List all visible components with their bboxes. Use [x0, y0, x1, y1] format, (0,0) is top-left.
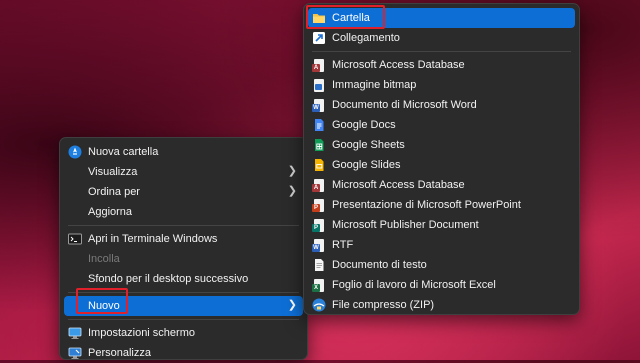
- submenu-item-label: Microsoft Access Database: [332, 59, 465, 71]
- menu-separator: [68, 319, 299, 320]
- google-docs-icon: [312, 118, 326, 132]
- submenu-item-google-docs[interactable]: Google Docs: [308, 115, 575, 135]
- submenu-item-cartella[interactable]: Cartella: [308, 8, 575, 28]
- menu-item-terminale[interactable]: Apri in Terminale Windows: [64, 229, 303, 249]
- submenu-item-excel[interactable]: X Foglio di lavoro di Microsoft Excel: [308, 275, 575, 295]
- submenu-item-label: Documento di testo: [332, 259, 427, 271]
- submenu-item-label: Google Slides: [332, 159, 401, 171]
- submenu-item-label: RTF: [332, 239, 354, 251]
- submenu-item-label: Immagine bitmap: [332, 79, 417, 91]
- chevron-right-icon: ❯: [287, 185, 297, 197]
- submenu-item-label: Microsoft Publisher Document: [332, 219, 479, 231]
- chevron-right-icon: ❯: [287, 165, 297, 177]
- submenu-item-label: Presentazione di Microsoft PowerPoint: [332, 199, 521, 211]
- text-document-icon: [312, 258, 326, 272]
- menu-item-incolla[interactable]: Incolla: [64, 249, 303, 269]
- menu-item-label: Ordina per: [88, 186, 140, 198]
- access-icon: A: [312, 178, 326, 192]
- submenu-item-label: Foglio di lavoro di Microsoft Excel: [332, 279, 496, 291]
- menu-item-nuova-cartella[interactable]: Nuova cartella: [64, 142, 303, 162]
- desktop-context-menu: Nuova cartella Visualizza ❯ Ordina per ❯…: [59, 137, 308, 360]
- powerpoint-icon: P: [312, 198, 326, 212]
- submenu-item-publisher[interactable]: P Microsoft Publisher Document: [308, 215, 575, 235]
- menu-separator: [312, 51, 571, 52]
- menu-item-label: Incolla: [88, 253, 120, 265]
- bitmap-icon: [312, 78, 326, 92]
- menu-item-label: Sfondo per il desktop successivo: [88, 273, 249, 285]
- new-folder-icon: [68, 145, 82, 159]
- menu-item-aggiorna[interactable]: Aggiorna: [64, 202, 303, 222]
- word-icon: W: [312, 98, 326, 112]
- submenu-item-word[interactable]: W Documento di Microsoft Word: [308, 95, 575, 115]
- excel-icon: X: [312, 278, 326, 292]
- display-settings-icon: [68, 326, 82, 340]
- menu-item-label: Nuova cartella: [88, 146, 159, 158]
- shortcut-icon: [312, 31, 326, 45]
- submenu-item-access-1[interactable]: A Microsoft Access Database: [308, 55, 575, 75]
- menu-separator: [68, 225, 299, 226]
- submenu-item-bitmap[interactable]: Immagine bitmap: [308, 75, 575, 95]
- google-slides-icon: [312, 158, 326, 172]
- submenu-item-label: File compresso (ZIP): [332, 299, 435, 311]
- menu-item-ordina-per[interactable]: Ordina per ❯: [64, 182, 303, 202]
- submenu-item-zip[interactable]: File compresso (ZIP): [308, 295, 575, 315]
- access-icon: A: [312, 58, 326, 72]
- submenu-item-access-2[interactable]: A Microsoft Access Database: [308, 175, 575, 195]
- personalize-icon: [68, 346, 82, 360]
- submenu-item-label: Collegamento: [332, 32, 400, 44]
- new-submenu: Cartella Collegamento A Microsoft Access…: [303, 3, 580, 315]
- google-sheets-icon: [312, 138, 326, 152]
- menu-item-label: Personalizza: [88, 347, 151, 359]
- chevron-right-icon: ❯: [287, 299, 297, 311]
- submenu-item-label: Microsoft Access Database: [332, 179, 465, 191]
- submenu-item-collegamento[interactable]: Collegamento: [308, 28, 575, 48]
- menu-item-personalizza[interactable]: Personalizza: [64, 343, 303, 363]
- menu-item-impostazioni-schermo[interactable]: Impostazioni schermo: [64, 323, 303, 343]
- menu-item-visualizza[interactable]: Visualizza ❯: [64, 162, 303, 182]
- submenu-item-label: Cartella: [332, 12, 370, 24]
- menu-item-label: Aggiorna: [88, 206, 133, 218]
- menu-item-nuovo[interactable]: Nuovo ❯: [64, 296, 303, 316]
- rtf-icon: W: [312, 238, 326, 252]
- folder-icon: [312, 11, 326, 25]
- terminal-icon: [68, 232, 82, 246]
- submenu-item-rtf[interactable]: W RTF: [308, 235, 575, 255]
- menu-item-label: Visualizza: [88, 166, 138, 178]
- submenu-item-google-sheets[interactable]: Google Sheets: [308, 135, 575, 155]
- submenu-item-google-slides[interactable]: Google Slides: [308, 155, 575, 175]
- menu-item-sfondo-successivo[interactable]: Sfondo per il desktop successivo: [64, 269, 303, 289]
- menu-item-label: Impostazioni schermo: [88, 327, 195, 339]
- zip-icon: [312, 298, 326, 312]
- menu-item-label: Apri in Terminale Windows: [88, 233, 218, 245]
- submenu-item-label: Google Sheets: [332, 139, 405, 151]
- submenu-item-label: Documento di Microsoft Word: [332, 99, 477, 111]
- submenu-item-documento-testo[interactable]: Documento di testo: [308, 255, 575, 275]
- menu-separator: [68, 292, 299, 293]
- publisher-icon: P: [312, 218, 326, 232]
- submenu-item-label: Google Docs: [332, 119, 396, 131]
- menu-item-label: Nuovo: [88, 300, 120, 312]
- submenu-item-powerpoint[interactable]: P Presentazione di Microsoft PowerPoint: [308, 195, 575, 215]
